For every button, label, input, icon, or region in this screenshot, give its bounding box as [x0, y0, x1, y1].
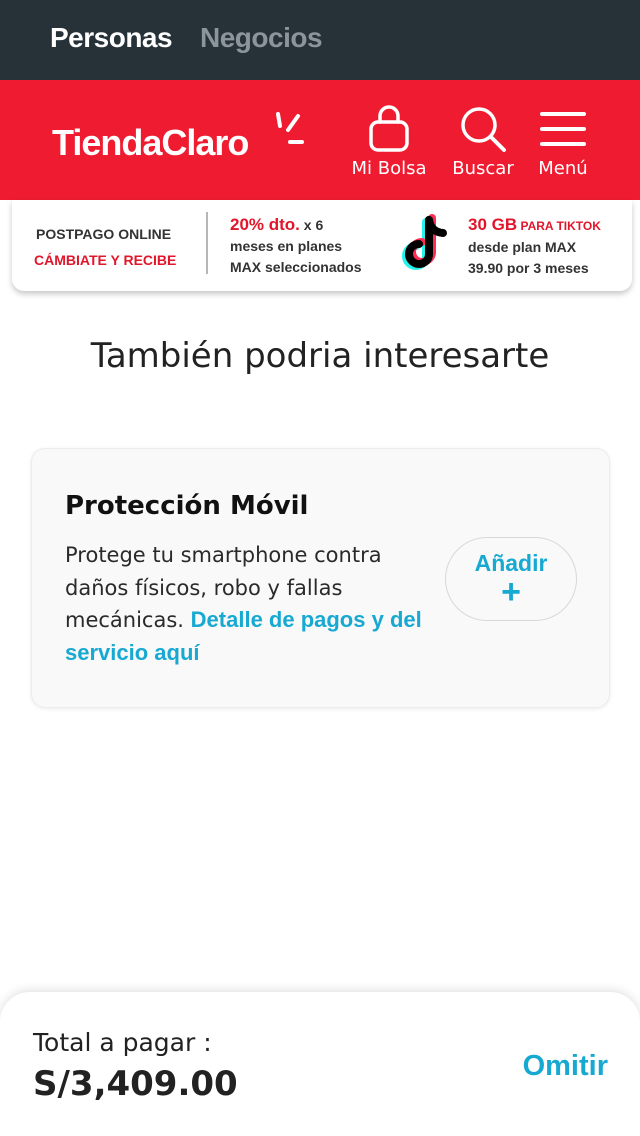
- tiktok-logo-icon: [402, 214, 447, 270]
- skip-button[interactable]: Omitir: [523, 1050, 608, 1083]
- offer2-line3: 39.90 por 3 meses: [468, 260, 589, 276]
- logo-rays-icon: [276, 112, 304, 144]
- offer2-highlight: 30 GB: [468, 215, 518, 234]
- card-title: Protección Móvil: [65, 491, 309, 521]
- offer1-line2: meses en planes: [230, 238, 343, 254]
- logo-text: TiendaClaro: [52, 122, 249, 163]
- promo-line2: CÁMBIATE Y RECIBE: [34, 252, 177, 268]
- search-icon: [461, 107, 506, 152]
- search-label: Buscar: [452, 158, 514, 179]
- total-label: Total a pagar :: [33, 1028, 212, 1057]
- protection-card: Protección Móvil Protege tu smartphone c…: [31, 448, 610, 708]
- add-button[interactable]: Añadir +: [445, 537, 577, 621]
- segment-negocios[interactable]: Negocios: [200, 22, 323, 54]
- offer1-rest: x 6: [299, 217, 324, 233]
- promo-offer-tiktok: 30 GB PARA TIKTOK desde plan MAX 39.90 p…: [468, 214, 601, 279]
- menu-button[interactable]: Menú: [518, 104, 608, 179]
- offer2-line2: desde plan MAX: [468, 239, 577, 255]
- segment-bar: Personas Negocios: [0, 0, 640, 80]
- promo-divider: [206, 212, 208, 274]
- segment-personas[interactable]: Personas: [50, 22, 173, 54]
- bag-label: Mi Bolsa: [351, 158, 427, 179]
- shopping-bag-icon: [369, 105, 409, 152]
- checkout-footer: Total a pagar : S/3,409.00 Omitir: [0, 992, 640, 1136]
- plus-icon: +: [501, 573, 521, 611]
- card-description: Protege tu smartphone contra daños físic…: [65, 539, 445, 669]
- bag-button[interactable]: Mi Bolsa: [344, 104, 434, 179]
- promo-banner[interactable]: POSTPAGO ONLINE CÁMBIATE Y RECIBE 20% dt…: [12, 200, 632, 291]
- offer1-line3: MAX seleccionados: [230, 259, 362, 275]
- promo-line1: POSTPAGO ONLINE: [36, 226, 172, 242]
- site-header: TiendaClaro Mi Bolsa Buscar Menú: [0, 80, 640, 200]
- promo-offer-discount: 20% dto. x 6 meses en planes MAX selecci…: [230, 214, 362, 278]
- section-title: También podria interesarte: [90, 336, 550, 376]
- tienda-claro-logo[interactable]: TiendaClaro: [52, 112, 304, 164]
- offer1-highlight: 20% dto.: [230, 215, 300, 234]
- hamburger-menu-icon: [540, 112, 586, 146]
- menu-label: Menú: [538, 158, 588, 179]
- search-button[interactable]: Buscar: [438, 104, 528, 179]
- offer2-tag: PARA TIKTOK: [517, 219, 601, 233]
- total-value: S/3,409.00: [33, 1064, 238, 1104]
